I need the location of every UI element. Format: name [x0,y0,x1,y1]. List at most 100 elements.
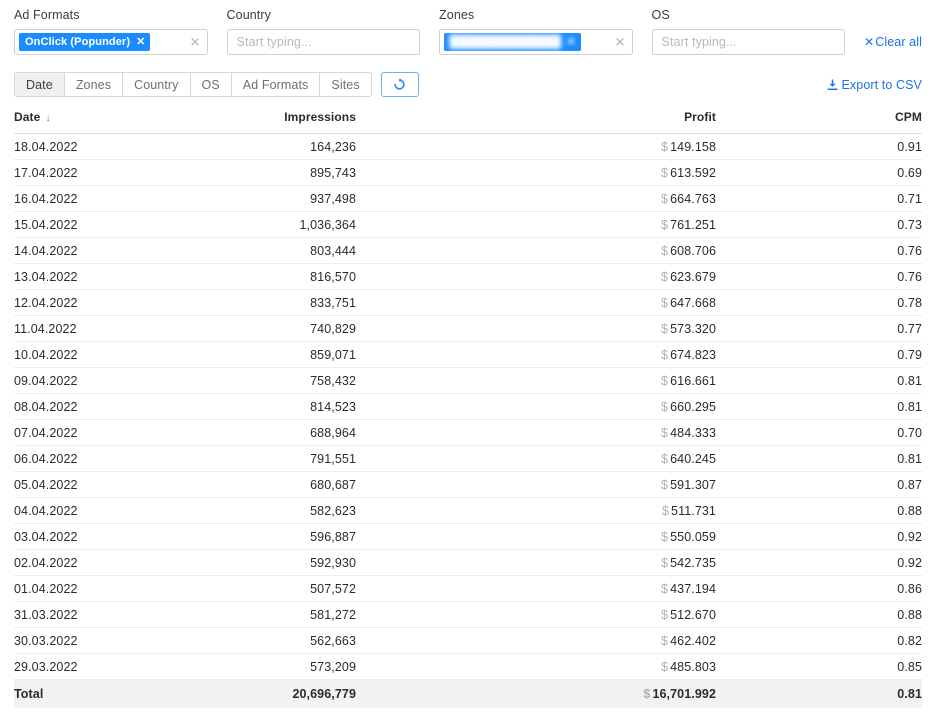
cell-cpm: 0.79 [716,341,922,368]
cell-profit: $437.194 [624,575,716,602]
zones-clear-icon[interactable]: ✕ [615,36,626,49]
country-multiselect[interactable]: Start typing... [226,29,421,55]
cell-spacer [356,679,624,708]
export-to-csv-label: Export to CSV [841,77,922,92]
cell-spacer [356,393,624,420]
cell-impressions: 20,696,779 [264,679,356,708]
tab-ad-formats[interactable]: Ad Formats [231,73,321,96]
currency-symbol: $ [661,217,669,232]
cell-spacer [356,523,624,550]
tab-zones-label: Zones [75,77,112,92]
download-icon [827,79,837,90]
cell-impressions: 1,036,364 [264,211,356,238]
currency-symbol: $ [661,503,670,518]
cell-date: 11.04.2022 [14,315,264,342]
tab-os[interactable]: OS [190,73,232,96]
clear-all-button[interactable]: ✕Clear all [864,35,922,49]
cell-spacer [356,237,624,264]
currency-symbol: $ [661,373,669,388]
tab-country[interactable]: Country [123,73,191,96]
cell-date: 30.03.2022 [14,627,264,654]
table-row: 14.04.2022 803,444 $608.706 0.76 [14,237,922,264]
ad-formats-multiselect[interactable]: OnClick (Popunder) ✕ ✕ [14,29,208,55]
table-head: Date ↓ Impressions Profit CPM [14,110,922,134]
table-row: 12.04.2022 833,751 $647.668 0.78 [14,289,922,316]
cell-date: 05.04.2022 [14,471,264,498]
country-placeholder: Start typing... [236,35,312,49]
ad-formats-chip-remove-icon[interactable]: ✕ [136,36,145,48]
zones-chip-remove-icon[interactable]: ✕ [567,36,576,48]
filter-label-ad-formats: Ad Formats [14,8,80,22]
column-header-impressions-label: Impressions [284,110,356,124]
column-header-profit-label: Profit [684,110,716,124]
currency-symbol: $ [661,165,669,180]
report-table: Date ↓ Impressions Profit CPM 18.04.2022 1… [14,110,922,708]
cell-impressions: 758,432 [264,367,356,394]
zones-multiselect[interactable]: ██████████████ ✕ ✕ [439,29,633,55]
cell-cpm: 0.71 [716,185,922,212]
currency-symbol: $ [661,295,669,310]
table-header-row: Date ↓ Impressions Profit CPM [14,110,922,134]
column-header-profit[interactable]: Profit [624,110,716,134]
cell-date: Total [14,679,264,708]
cell-profit: $16,701.992 [624,679,716,708]
cell-cpm: 0.88 [716,601,922,628]
cell-impressions: 164,236 [264,133,356,160]
cell-cpm: 0.92 [716,523,922,550]
zones-chip[interactable]: ██████████████ ✕ [444,33,581,51]
cell-date: 14.04.2022 [14,237,264,264]
table-row: 29.03.2022 573,209 $485.803 0.85 [14,653,922,680]
export-to-csv-button[interactable]: Export to CSV [827,78,923,92]
ad-formats-clear-icon[interactable]: ✕ [190,36,201,49]
tab-date[interactable]: Date [15,73,65,96]
cell-profit: $462.402 [624,627,716,654]
filter-label-country: Country [226,8,271,22]
cell-spacer [356,445,624,472]
column-spacer-1 [356,110,624,134]
cell-spacer [356,575,624,602]
column-header-date[interactable]: Date ↓ [14,110,264,134]
cell-cpm: 0.78 [716,289,922,316]
cell-cpm: 0.77 [716,315,922,342]
cell-profit: $573.320 [624,315,716,342]
column-header-impressions[interactable]: Impressions [264,110,356,134]
table-row: 13.04.2022 816,570 $623.679 0.76 [14,263,922,290]
cell-profit: $550.059 [624,523,716,550]
currency-symbol: $ [661,347,669,362]
currency-symbol: $ [661,633,669,648]
currency-symbol: $ [661,529,669,544]
cell-cpm: 0.87 [716,471,922,498]
table-body: 18.04.2022 164,236 $149.158 0.91 17.04.2022 8… [14,133,922,708]
table-row: 17.04.2022 895,743 $613.592 0.69 [14,159,922,186]
filter-country: Country Start typing... [226,8,421,55]
ad-formats-chip[interactable]: OnClick (Popunder) ✕ [19,33,151,51]
cell-date: 02.04.2022 [14,549,264,576]
tab-zones[interactable]: Zones [64,73,124,96]
filter-bar: Ad Formats OnClick (Popunder) ✕ ✕ Countr… [0,0,936,55]
cell-spacer [356,263,624,290]
sort-desc-icon[interactable]: ↓ [45,112,51,124]
cell-date: 07.04.2022 [14,419,264,446]
refresh-button[interactable] [380,72,419,97]
tab-sites[interactable]: Sites [320,73,371,96]
os-placeholder: Start typing... [661,35,737,49]
currency-symbol: $ [661,607,669,622]
cell-spacer [356,159,624,186]
cell-date: 10.04.2022 [14,341,264,368]
cell-profit: $761.251 [624,211,716,238]
cell-spacer [356,211,624,238]
cell-impressions: 803,444 [264,237,356,264]
tab-ad-formats-label: Ad Formats [242,77,309,92]
column-header-cpm[interactable]: CPM [716,110,922,134]
os-multiselect[interactable]: Start typing... [651,29,846,55]
cell-profit: $485.803 [624,653,716,680]
filter-label-zones: Zones [439,8,475,22]
currency-symbol: $ [661,425,669,440]
cell-spacer [356,471,624,498]
cell-impressions: 573,209 [264,653,356,680]
cell-impressions: 937,498 [264,185,356,212]
table-row: 31.03.2022 581,272 $512.670 0.88 [14,601,922,628]
cell-spacer [356,289,624,316]
cell-profit: $674.823 [624,341,716,368]
cell-cpm: 0.70 [716,419,922,446]
